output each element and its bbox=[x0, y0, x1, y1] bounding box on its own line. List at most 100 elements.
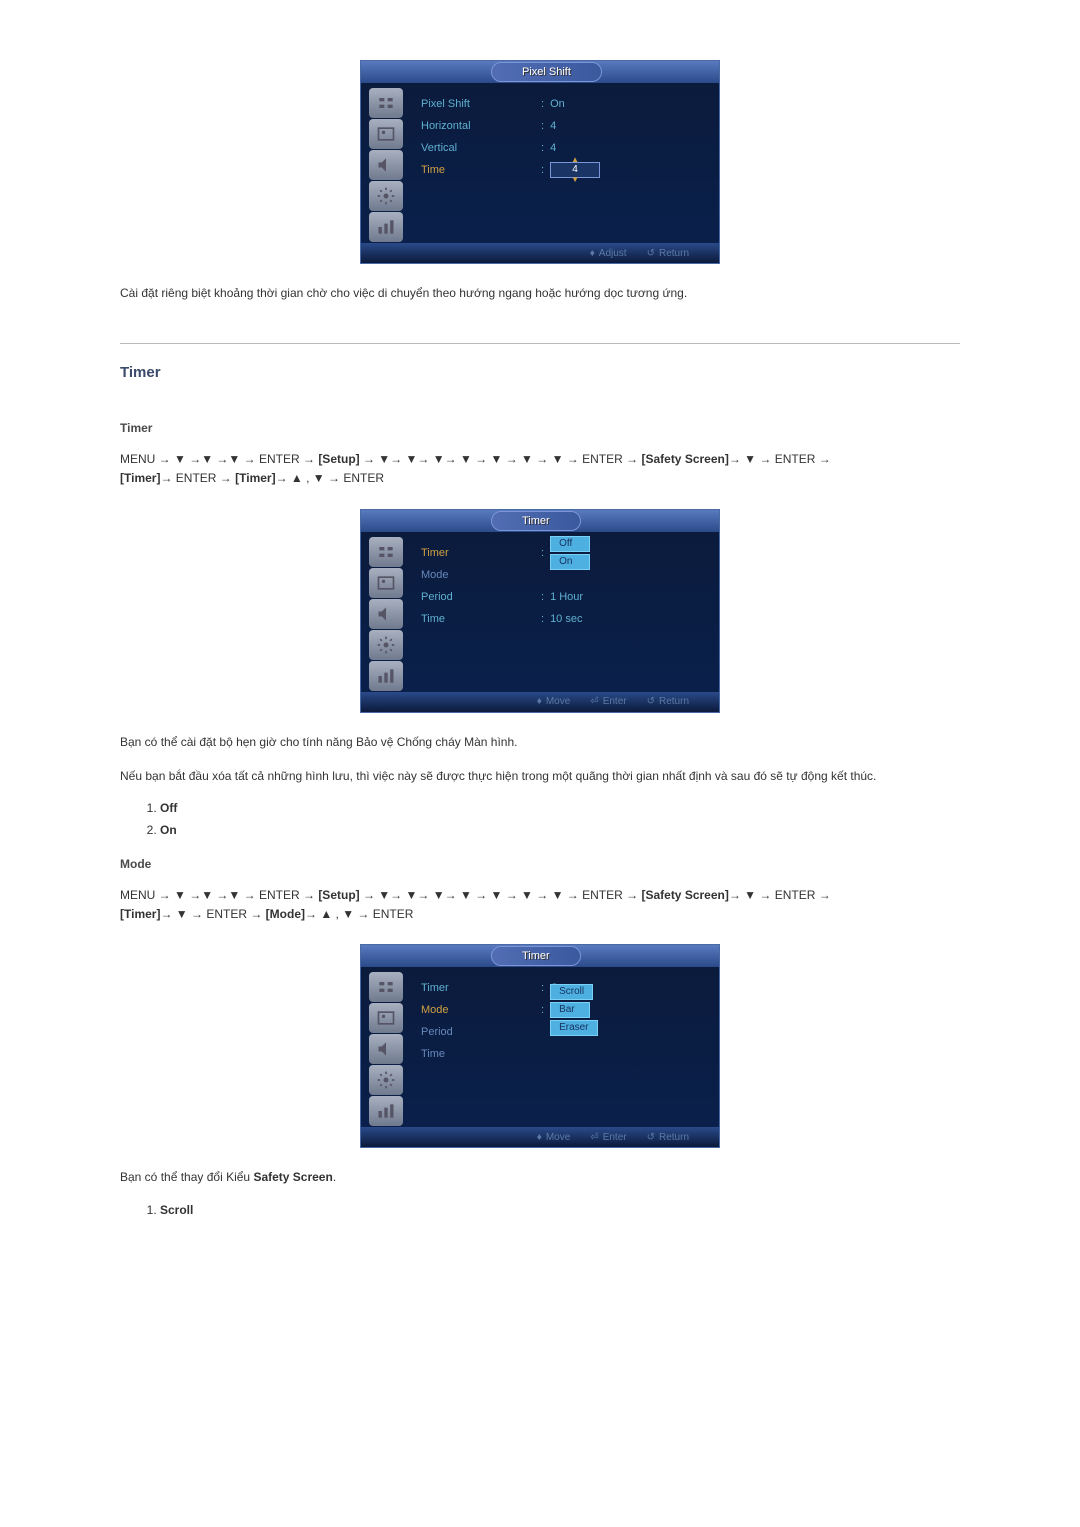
colon: : bbox=[541, 982, 544, 994]
osd-body: Pixel Shift : On Horizontal : 4 Vertical… bbox=[361, 83, 719, 243]
colon: : bbox=[541, 164, 544, 176]
picture-icon bbox=[369, 568, 403, 598]
osd-option[interactable]: Bar bbox=[550, 1002, 590, 1018]
osd-icon-column bbox=[361, 967, 411, 1127]
paragraph: Bạn có thể cài đặt bộ hẹn giờ cho tính n… bbox=[120, 733, 960, 752]
osd-row: Period : 1 Hour bbox=[421, 586, 709, 608]
osd-title: Timer bbox=[491, 946, 581, 966]
osd-label: Time bbox=[421, 1048, 541, 1060]
setup-icon bbox=[369, 181, 403, 211]
subsection-mode: Mode bbox=[120, 857, 960, 871]
list-item: On bbox=[160, 823, 960, 837]
setup-icon bbox=[369, 630, 403, 660]
osd-spinner[interactable]: 4 bbox=[550, 162, 600, 178]
osd-value: 4 bbox=[550, 120, 556, 132]
osd-option-selected[interactable]: Scroll bbox=[550, 984, 593, 1000]
sound-icon bbox=[369, 1034, 403, 1064]
osd-icon-column bbox=[361, 83, 411, 243]
osd-header: Pixel Shift bbox=[361, 61, 719, 83]
osd-label: Mode bbox=[421, 569, 541, 581]
osd-option[interactable]: Eraser bbox=[550, 1020, 597, 1036]
osd-icon-column bbox=[361, 532, 411, 692]
osd-label: Time bbox=[421, 613, 541, 625]
footer-enter: ⏎ Enter bbox=[590, 1132, 626, 1143]
colon: : bbox=[541, 1004, 544, 1016]
osd-items: Timer : Off On Mode Period : 1 Hour Time bbox=[411, 532, 719, 692]
osd-footer: ♦ Move ⏎ Enter ↺ Return bbox=[361, 1127, 719, 1147]
setup-icon bbox=[369, 1065, 403, 1095]
colon: : bbox=[541, 142, 544, 154]
paragraph: Bạn có thể thay đổi Kiểu Safety Screen. bbox=[120, 1168, 960, 1187]
osd-label: Time bbox=[421, 164, 541, 176]
picture-icon bbox=[369, 1003, 403, 1033]
colon: : bbox=[541, 98, 544, 110]
osd-header: Timer bbox=[361, 945, 719, 967]
osd-row-active[interactable]: Mode : Scroll Bar Eraser bbox=[421, 999, 709, 1021]
input-icon bbox=[369, 972, 403, 1002]
osd-footer: ♦ Move ⏎ Enter ↺ Return bbox=[361, 692, 719, 712]
osd-timer-mode: Timer Timer : On Mode : bbox=[360, 944, 720, 1148]
footer-enter: ⏎ Enter bbox=[590, 696, 626, 707]
footer-move: ♦ Move bbox=[537, 696, 571, 707]
osd-items: Pixel Shift : On Horizontal : 4 Vertical… bbox=[411, 83, 719, 243]
osd-label: Pixel Shift bbox=[421, 98, 541, 110]
osd-value: On bbox=[550, 98, 565, 110]
menu-nav-path: MENU → ▼ →▼ →▼ → ENTER → [Setup] → ▼→ ▼→… bbox=[120, 886, 960, 924]
section-heading-timer: Timer bbox=[120, 364, 960, 381]
picture-icon bbox=[369, 119, 403, 149]
document-content: Pixel Shift Pixel Shift : On Horizontal … bbox=[120, 60, 960, 1217]
osd-timer: Timer Timer : Off On bbox=[360, 509, 720, 713]
sound-icon bbox=[369, 150, 403, 180]
footer-move: ♦ Move bbox=[537, 1132, 571, 1143]
option-list: Off On bbox=[160, 801, 960, 837]
osd-value: 4 bbox=[550, 142, 556, 154]
osd-title: Timer bbox=[491, 511, 581, 531]
osd-row: Pixel Shift : On bbox=[421, 93, 709, 115]
option-list: Scroll bbox=[160, 1203, 960, 1217]
menu-nav-path: MENU → ▼ →▼ →▼ → ENTER → [Setup] → ▼→ ▼→… bbox=[120, 450, 960, 488]
paragraph: Cài đặt riêng biệt khoảng thời gian chờ … bbox=[120, 284, 960, 303]
colon: : bbox=[541, 547, 544, 559]
osd-row-active[interactable]: Time : 4 bbox=[421, 159, 709, 181]
osd-label: Horizontal bbox=[421, 120, 541, 132]
osd-row: Time bbox=[421, 1043, 709, 1065]
list-item: Scroll bbox=[160, 1203, 960, 1217]
osd-label: Timer bbox=[421, 982, 541, 994]
footer-return: ↺ Return bbox=[647, 1132, 689, 1143]
osd-value: 1 Hour bbox=[550, 591, 583, 603]
sound-icon bbox=[369, 599, 403, 629]
osd-label: Period bbox=[421, 1026, 541, 1038]
multi-icon bbox=[369, 1096, 403, 1126]
osd-value: 10 sec bbox=[550, 613, 582, 625]
multi-icon bbox=[369, 661, 403, 691]
osd-label: Timer bbox=[421, 547, 541, 559]
divider bbox=[120, 343, 960, 344]
osd-title: Pixel Shift bbox=[491, 62, 602, 82]
footer-return: ↺ Return bbox=[647, 248, 689, 259]
osd-header: Timer bbox=[361, 510, 719, 532]
footer-return: ↺ Return bbox=[647, 696, 689, 707]
osd-pixelshift: Pixel Shift Pixel Shift : On Horizontal … bbox=[360, 60, 720, 264]
multi-icon bbox=[369, 212, 403, 242]
osd-option[interactable]: On bbox=[550, 554, 590, 570]
osd-row: Vertical : 4 bbox=[421, 137, 709, 159]
input-icon bbox=[369, 537, 403, 567]
colon: : bbox=[541, 591, 544, 603]
osd-body: Timer : Off On Mode Period : 1 Hour Time bbox=[361, 532, 719, 692]
input-icon bbox=[369, 88, 403, 118]
osd-items: Timer : On Mode : Scroll Bar Eraser Peri… bbox=[411, 967, 719, 1127]
osd-label: Mode bbox=[421, 1004, 541, 1016]
colon: : bbox=[541, 120, 544, 132]
colon: : bbox=[541, 613, 544, 625]
list-item: Off bbox=[160, 801, 960, 815]
osd-row: Horizontal : 4 bbox=[421, 115, 709, 137]
subsection-timer: Timer bbox=[120, 421, 960, 435]
osd-label: Vertical bbox=[421, 142, 541, 154]
osd-footer: ♦ Adjust ↺ Return bbox=[361, 243, 719, 263]
osd-row-active[interactable]: Timer : Off On bbox=[421, 542, 709, 564]
osd-body: Timer : On Mode : Scroll Bar Eraser Peri… bbox=[361, 967, 719, 1127]
osd-label: Period bbox=[421, 591, 541, 603]
paragraph: Nếu bạn bắt đầu xóa tất cả những hình lư… bbox=[120, 767, 960, 786]
osd-row: Time : 10 sec bbox=[421, 608, 709, 630]
osd-option-selected[interactable]: Off bbox=[550, 536, 590, 552]
